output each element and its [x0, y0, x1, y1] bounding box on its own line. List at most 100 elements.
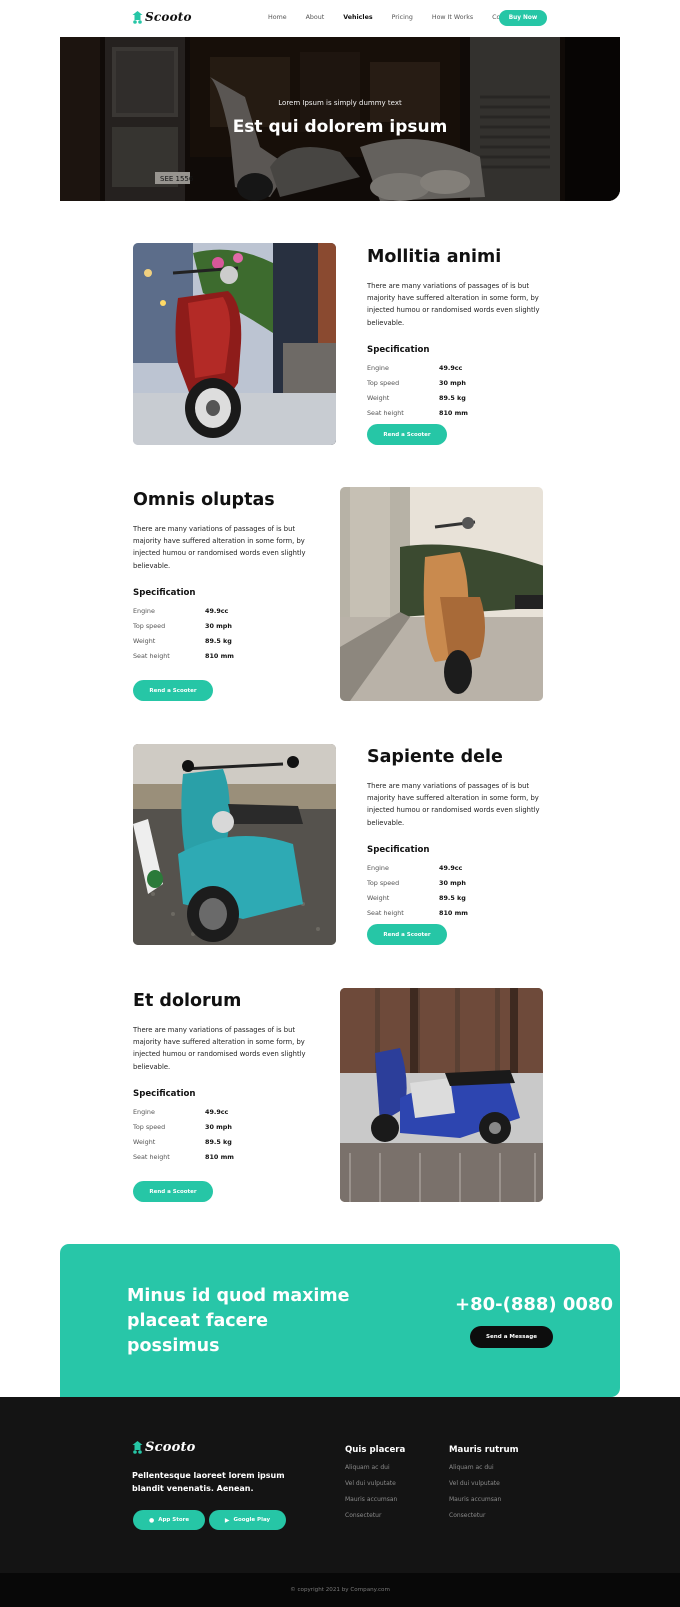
spec-label: Seat height [133, 651, 170, 660]
scooter-logo-icon [132, 1441, 143, 1454]
brand-name: Scooto [145, 10, 192, 24]
product-description: There are many variations of passages of… [133, 525, 306, 570]
spec-value: 30 mph [205, 1122, 232, 1131]
spec-label: Weight [367, 893, 390, 902]
spec-value: 89.5 kg [439, 393, 466, 402]
spec-heading: Specification [133, 1088, 196, 1099]
spec-row: Top speed 30 mph [133, 622, 323, 637]
spec-value: 49.9cc [439, 863, 463, 872]
footer-link[interactable]: Vel dui vulputate [345, 1480, 465, 1487]
product-title: Sapiente dele [367, 747, 503, 767]
nav-item-pricing[interactable]: Pricing [392, 14, 413, 21]
product-title: Omnis oluptas [133, 490, 275, 510]
footer-logo[interactable]: Scooto [132, 1440, 196, 1455]
product-section-1: Mollitia animi There are many variations… [0, 243, 680, 458]
product-section-4: Et dolorum There are many variations of … [0, 988, 680, 1203]
spec-label: Engine [367, 863, 389, 872]
spec-row: Seat height 810 mm [133, 1153, 323, 1168]
nav-item-how-it-works[interactable]: How It Works [432, 14, 473, 21]
cta-phone[interactable]: +80-(888) 0080 [406, 1294, 613, 1315]
footer-link[interactable]: Vel dui vulputate [449, 1480, 569, 1487]
product-info-1: Mollitia animi There are many variations… [367, 246, 557, 424]
app-store-label: App Store [158, 1517, 190, 1523]
footer-link[interactable]: Aliquam ac dui [345, 1464, 465, 1471]
product-title: Mollitia animi [367, 247, 502, 267]
cta-title: Minus id quod maxime placeat facere poss… [127, 1286, 350, 1356]
spec-label: Top speed [367, 878, 400, 887]
contact-cta: Minus id quod maxime placeat facere poss… [60, 1244, 620, 1397]
spec-row: Weight 89.5 kg [133, 637, 323, 652]
spec-label: Engine [133, 1107, 155, 1116]
spec-value: 30 mph [439, 878, 466, 887]
spec-label: Weight [133, 636, 156, 645]
footer-link[interactable]: Consectetur [345, 1512, 465, 1519]
footer-column-1: Quis placera Aliquam ac dui Vel dui vulp… [345, 1445, 465, 1519]
spec-label: Engine [367, 363, 389, 372]
spec-value: 89.5 kg [439, 893, 466, 902]
spec-row: Top speed 30 mph [367, 879, 557, 894]
spec-table: Engine 49.9cc Top speed 30 mph Weight 89.5 … [367, 864, 557, 924]
spec-label: Weight [133, 1137, 156, 1146]
spec-row: Top speed 30 mph [133, 1123, 323, 1138]
spec-label: Engine [133, 606, 155, 615]
spec-label: Seat height [367, 408, 404, 417]
send-message-button[interactable]: Send a Message [470, 1326, 553, 1348]
copyright-text: © copyright 2021 by Company.com [290, 1587, 390, 1593]
spec-row: Engine 49.9cc [133, 1108, 323, 1123]
buy-now-button[interactable]: Buy Now [499, 10, 547, 26]
product-image-red-scooter [133, 243, 336, 445]
spec-value: 810 mm [439, 908, 468, 917]
spec-heading: Specification [367, 344, 430, 355]
spec-table: Engine 49.9cc Top speed 30 mph Weight 89.5 … [133, 1108, 323, 1168]
spec-value: 49.9cc [205, 606, 229, 615]
spec-value: 49.9cc [439, 363, 463, 372]
nav-item-about[interactable]: About [306, 14, 325, 21]
footer-link[interactable]: Consectetur [449, 1512, 569, 1519]
scooter-logo-icon [132, 10, 143, 24]
spec-label: Weight [367, 393, 390, 402]
spec-row: Engine 49.9cc [367, 864, 557, 879]
product-description: There are many variations of passages of… [367, 282, 540, 327]
spec-row: Top speed 30 mph [367, 379, 557, 394]
brand-logo[interactable]: Scooto [132, 10, 192, 24]
spec-value: 810 mm [205, 1152, 234, 1161]
app-store-button[interactable]: ● App Store [133, 1510, 205, 1530]
brand-name: Scooto [145, 1440, 196, 1455]
spec-row: Engine 49.9cc [367, 364, 557, 379]
rent-scooter-button[interactable]: Rend a Scooter [133, 680, 213, 701]
footer-link[interactable]: Mauris accumsan [345, 1496, 465, 1503]
spec-value: 89.5 kg [205, 1137, 232, 1146]
product-info-2: Omnis oluptas There are many variations … [133, 489, 323, 667]
hero-banner: SEE 1556 Lorem Ipsum is simply dummy tex… [60, 37, 620, 201]
spec-row: Weight 89.5 kg [367, 894, 557, 909]
spec-row: Seat height 810 mm [133, 652, 323, 667]
site-header: Scooto Home About Vehicles Pricing How I… [0, 0, 680, 37]
nav-item-vehicles[interactable]: Vehicles [343, 14, 372, 21]
hero-subtitle: Lorem Ipsum is simply dummy text [278, 99, 402, 107]
rent-scooter-button[interactable]: Rend a Scooter [367, 924, 447, 945]
spec-label: Top speed [367, 378, 400, 387]
product-info-4: Et dolorum There are many variations of … [133, 990, 323, 1168]
play-icon: ▶ [224, 1516, 230, 1524]
google-play-button[interactable]: ▶ Google Play [209, 1510, 286, 1530]
site-footer: Scooto Pellentesque laoreet lorem ipsum … [0, 1397, 680, 1573]
product-info-3: Sapiente dele There are many variations … [367, 746, 557, 924]
spec-label: Top speed [133, 1122, 166, 1131]
spec-row: Weight 89.5 kg [367, 394, 557, 409]
spec-row: Seat height 810 mm [367, 909, 557, 924]
footer-link[interactable]: Aliquam ac dui [449, 1464, 569, 1471]
spec-label: Seat height [133, 1152, 170, 1161]
spec-row: Weight 89.5 kg [133, 1138, 323, 1153]
rent-scooter-button[interactable]: Rend a Scooter [367, 424, 447, 445]
spec-table: Engine 49.9cc Top speed 30 mph Weight 89.5 … [133, 607, 323, 667]
spec-label: Top speed [133, 621, 166, 630]
product-title: Et dolorum [133, 991, 242, 1011]
spec-heading: Specification [133, 587, 196, 598]
footer-link[interactable]: Mauris accumsan [449, 1496, 569, 1503]
spec-value: 810 mm [205, 651, 234, 660]
product-image-teal-scooter [133, 744, 336, 945]
spec-row: Seat height 810 mm [367, 409, 557, 424]
nav-item-home[interactable]: Home [268, 14, 287, 21]
rent-scooter-button[interactable]: Rend a Scooter [133, 1181, 213, 1202]
spec-row: Engine 49.9cc [133, 607, 323, 622]
